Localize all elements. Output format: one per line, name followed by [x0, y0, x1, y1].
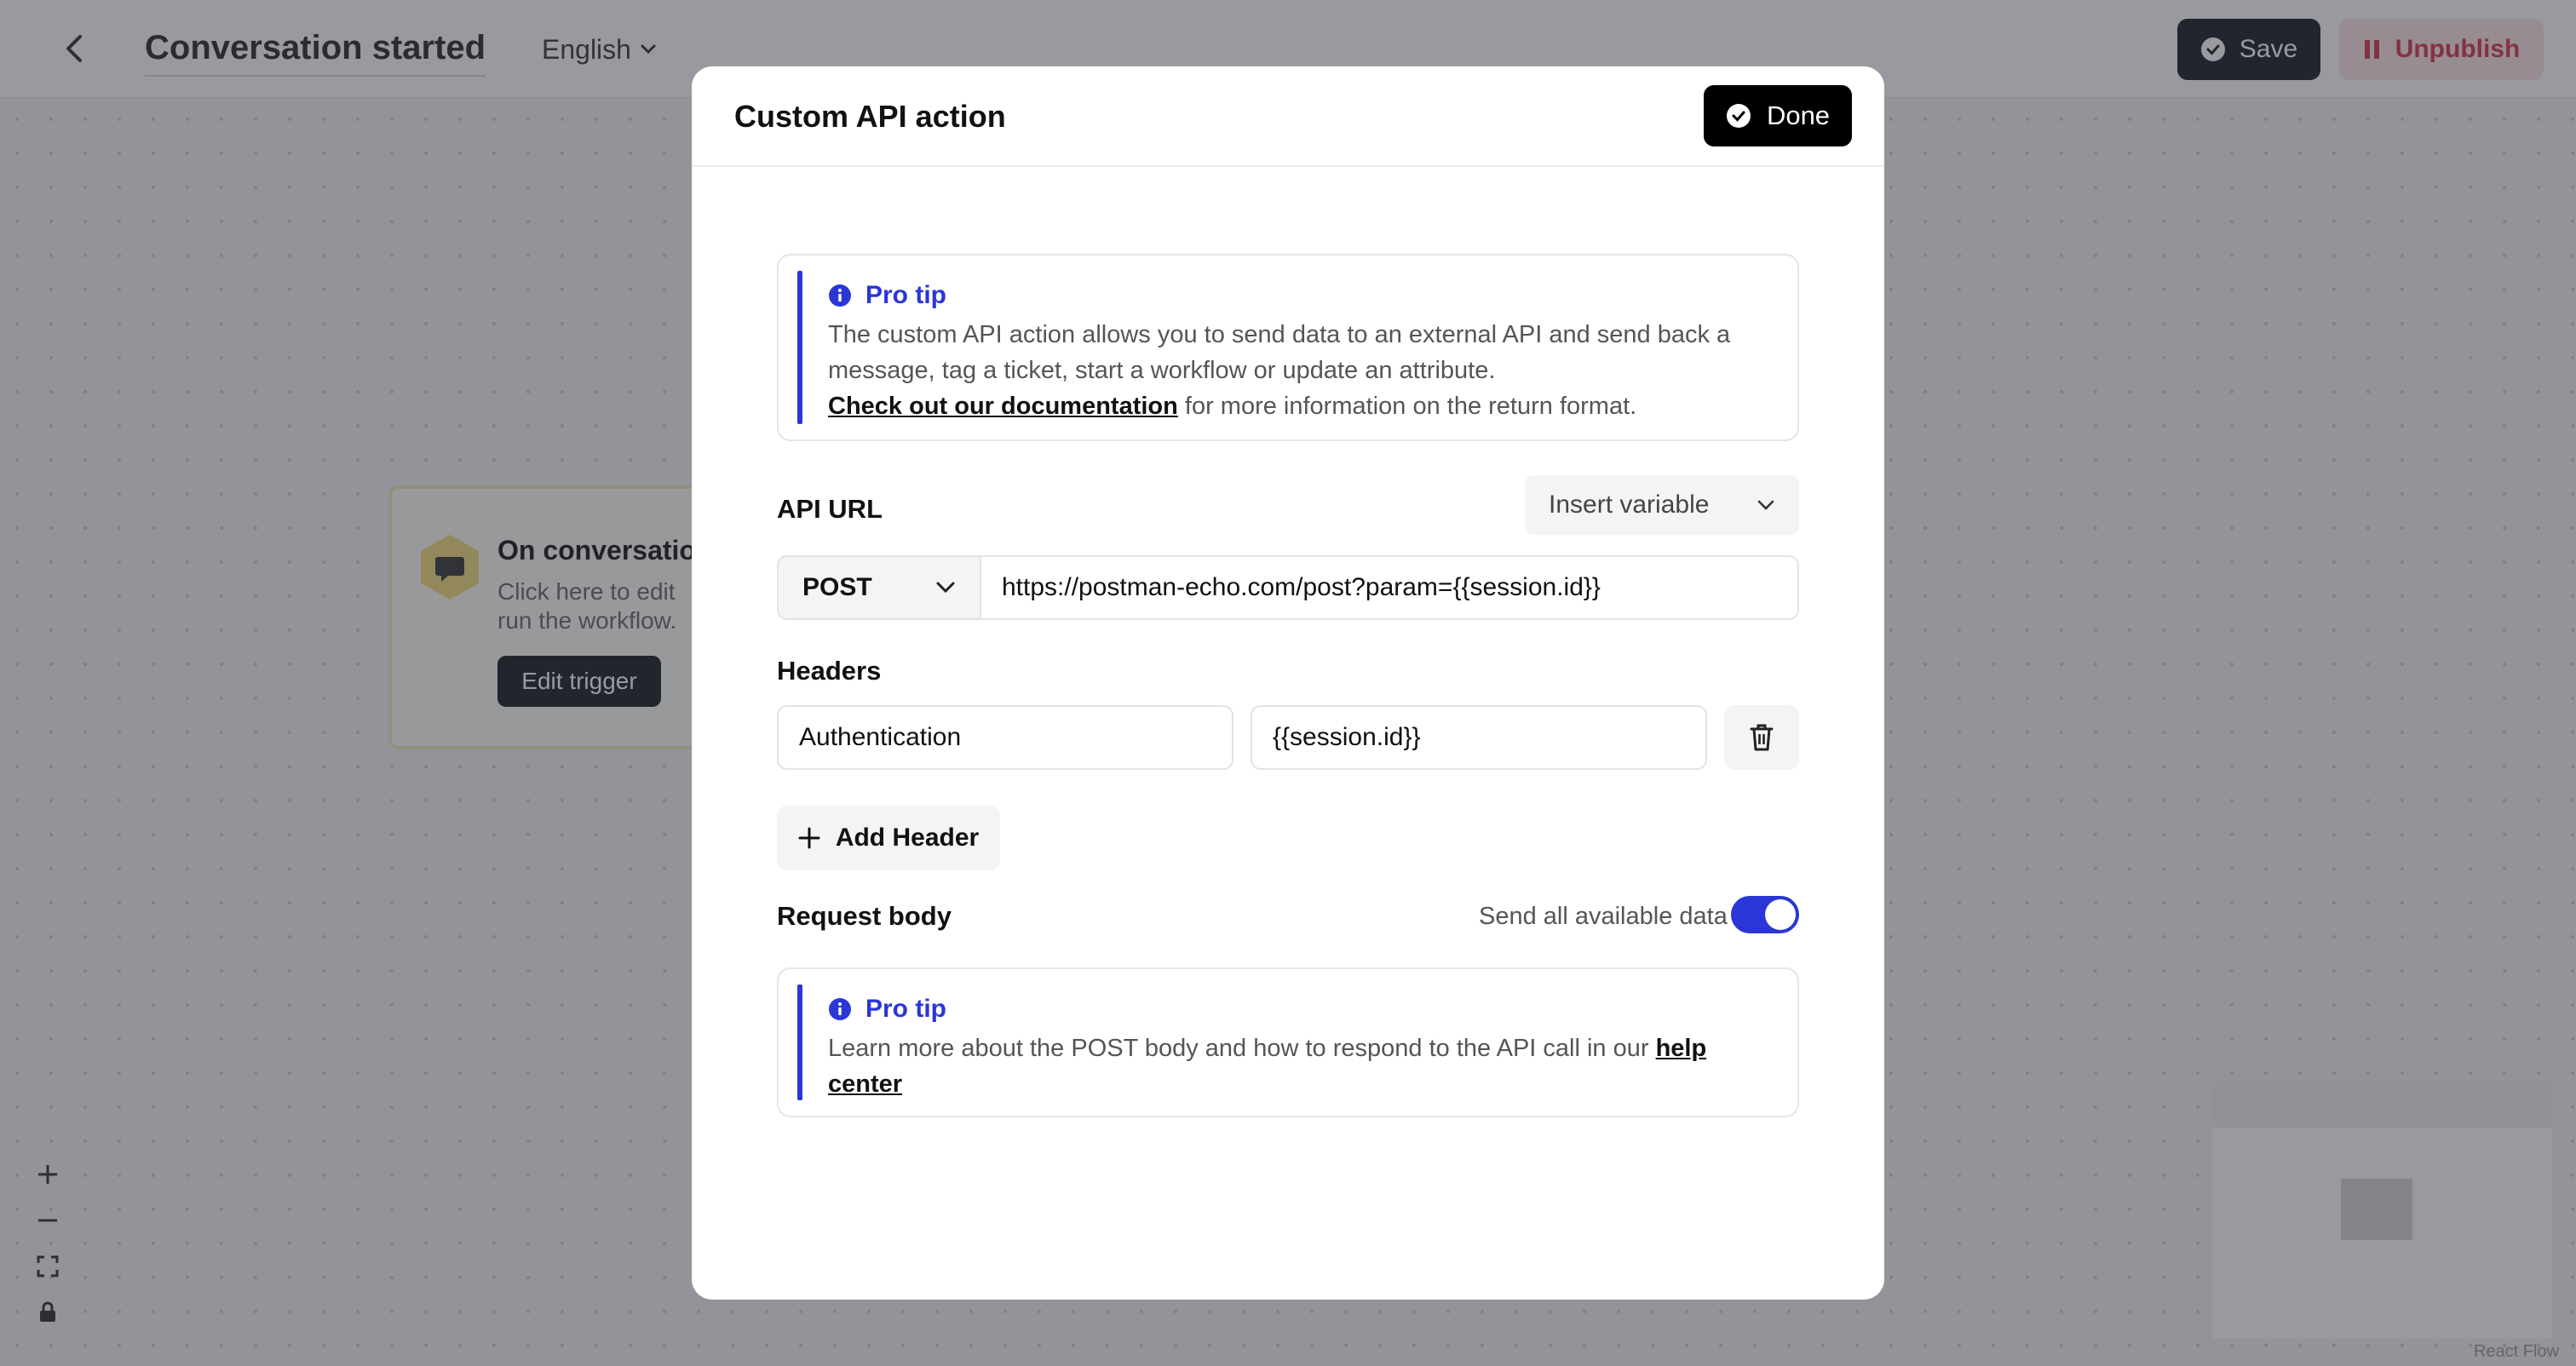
done-button[interactable]: Done	[1704, 85, 1852, 146]
tip-body-after: for more information on the return forma…	[1177, 393, 1637, 420]
header-key-input[interactable]: Authentication	[777, 705, 1233, 770]
api-url-label: API URL	[777, 494, 883, 524]
chevron-down-icon	[936, 582, 955, 594]
trash-icon	[1750, 724, 1774, 751]
tip-title-row: Pro tip	[828, 281, 946, 310]
documentation-link[interactable]: Check out our documentation	[828, 393, 1178, 420]
http-method-value: POST	[802, 573, 872, 601]
tip-title-row: Pro tip	[828, 995, 946, 1024]
tip-title: Pro tip	[865, 281, 946, 309]
modal-header: Custom API action Done	[692, 66, 1884, 167]
add-header-label: Add Header	[835, 824, 980, 852]
info-icon	[829, 998, 851, 1020]
info-icon	[829, 284, 851, 307]
delete-header-button[interactable]	[1724, 705, 1799, 770]
tip-body: The custom API action allows you to send…	[828, 321, 1731, 384]
done-label: Done	[1766, 100, 1831, 130]
tip-title: Pro tip	[865, 995, 946, 1023]
tip-accent-bar	[797, 984, 802, 1100]
tip-text: Learn more about the POST body and how t…	[828, 1030, 1782, 1102]
chevron-down-icon	[1757, 500, 1774, 510]
modal-title: Custom API action	[734, 99, 1006, 134]
insert-variable-label: Insert variable	[1549, 491, 1710, 519]
http-method-select[interactable]: POST	[777, 555, 981, 620]
insert-variable-dropdown[interactable]: Insert variable	[1525, 475, 1799, 535]
headers-label: Headers	[777, 656, 882, 686]
tip-body: Learn more about the POST body and how t…	[828, 1035, 1656, 1062]
tip-accent-bar	[797, 271, 802, 424]
header-value-input[interactable]: {{session.id}}	[1251, 705, 1707, 770]
send-all-data-toggle[interactable]	[1731, 896, 1799, 933]
toggle-knob	[1765, 899, 1796, 930]
custom-api-action-modal: Custom API action Done Pro tip The custo…	[692, 66, 1884, 1300]
add-header-button[interactable]: Add Header	[777, 806, 1000, 870]
tip-text: The custom API action allows you to send…	[828, 317, 1782, 424]
plus-icon	[798, 827, 820, 849]
pro-tip-box-2: Pro tip Learn more about the POST body a…	[777, 967, 1799, 1117]
api-url-input[interactable]: https://postman-echo.com/post?param={{se…	[980, 555, 1799, 620]
pro-tip-box: Pro tip The custom API action allows you…	[777, 254, 1799, 441]
request-body-label: Request body	[777, 901, 952, 931]
check-circle-icon	[1726, 104, 1751, 128]
send-all-data-label: Send all available data	[1479, 903, 1728, 930]
